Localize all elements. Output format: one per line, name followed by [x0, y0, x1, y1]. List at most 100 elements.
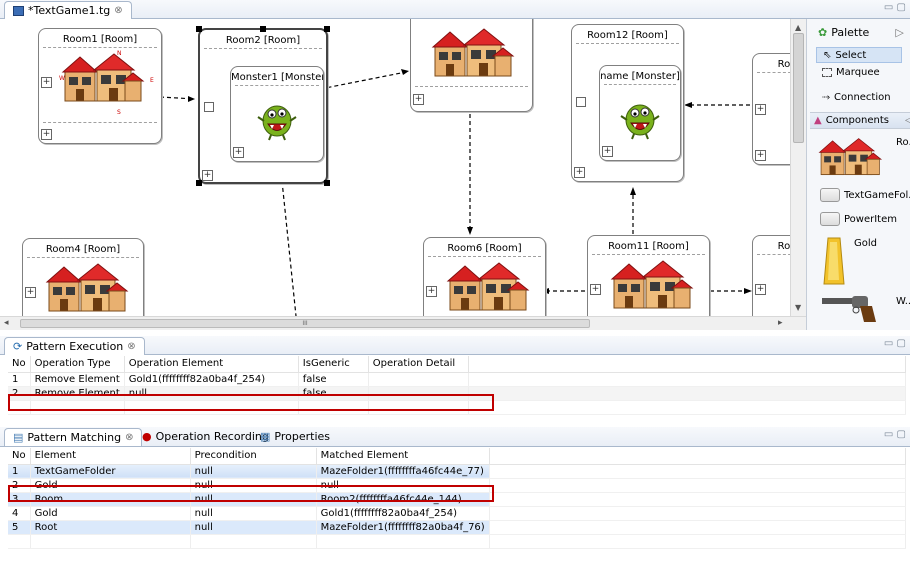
house-icon	[447, 262, 529, 311]
column-header[interactable]: Matched Element	[316, 448, 490, 465]
column-header[interactable]: Precondition	[190, 448, 317, 465]
palette-gold-item[interactable]: Gold	[822, 236, 910, 288]
palette-item-label: TextGameFol..	[844, 189, 910, 201]
room1-node[interactable]: Room1 [Room] N W E S + +	[38, 28, 162, 144]
vertical-scrollbar[interactable]: ▲ ▼	[790, 19, 806, 316]
pattern-execution-tab[interactable]: ⟳ Pattern Execution ⊗	[4, 337, 145, 355]
cell-matched-element: MazeFolder1(ffffffff82a0ba4f_76)	[316, 520, 490, 535]
cell-matched-element: MazeFolder1(ffffffffa46fc44e_77)	[316, 464, 490, 479]
palette-textgamefolder-item[interactable]: TextGameFol..	[820, 188, 910, 202]
expand-icon[interactable]: +	[202, 170, 213, 181]
column-header[interactable]: Operation Type	[30, 356, 125, 373]
cell-no: 1	[8, 464, 31, 479]
room12-node[interactable]: Room12 [Room] name [Monster] + +	[571, 24, 684, 182]
expand-icon[interactable]: +	[755, 284, 766, 295]
palette-item-label: W..	[896, 296, 910, 307]
tab-pattern-matching[interactable]: ▤ Pattern Matching ⊗	[4, 428, 143, 446]
tab-properties[interactable]: ▦ Properties	[260, 430, 330, 443]
expand-icon[interactable]: +	[755, 150, 766, 161]
selection-handle[interactable]	[196, 26, 202, 32]
expand-icon[interactable]: +	[233, 147, 244, 158]
minimize-maximize-icon[interactable]: ▭ ▢	[884, 338, 906, 349]
expand-icon[interactable]: +	[413, 94, 424, 105]
palette-header[interactable]: ✿ Palette ▷	[818, 26, 904, 39]
scroll-down-icon[interactable]: ▼	[795, 303, 801, 312]
tab-label: Pattern Execution	[26, 340, 124, 353]
marquee-label: Marquee	[836, 67, 880, 78]
horizontal-scrollbar[interactable]: ◂ III ▸	[0, 316, 806, 330]
room2-node[interactable]: Room2 [Room] Monster1 [Monster] + +	[196, 26, 330, 186]
room4-node[interactable]: Room4 [Room] +	[22, 238, 144, 316]
palette-collapse-icon[interactable]: ▷	[895, 26, 903, 39]
table-row[interactable]: 1 Remove Element Gold1(ffffffff82a0ba4f_…	[8, 372, 907, 387]
column-header[interactable]: Operation Detail	[368, 356, 469, 373]
editor-tab-label: *TextGame1.tg	[28, 4, 111, 17]
folder-icon	[820, 188, 840, 202]
close-icon[interactable]: ⊗	[125, 432, 133, 443]
monster-node[interactable]: name [Monster] +	[599, 65, 681, 161]
cell-precondition: null	[190, 464, 317, 479]
selection-handle[interactable]	[196, 180, 202, 186]
minimize-maximize-icon[interactable]: ▭ ▢	[884, 2, 906, 13]
slot-box[interactable]	[204, 102, 214, 112]
expand-icon[interactable]: +	[602, 146, 613, 157]
room-title: Room6 [Room]	[447, 243, 522, 254]
expand-icon[interactable]: +	[574, 167, 585, 178]
column-header[interactable]: Operation Element	[124, 356, 299, 373]
palette-marquee[interactable]: Marquee	[822, 67, 880, 78]
selection-handle[interactable]	[324, 180, 330, 186]
editor-tab[interactable]: *TextGame1.tg ⊗	[4, 1, 132, 19]
palette-item-label: Gold	[854, 238, 877, 249]
pattern-execution-tab-bar: ⟳ Pattern Execution ⊗ ▭ ▢	[0, 336, 910, 355]
table-row[interactable]: 5 Root null MazeFolder1(ffffffff82a0ba4f…	[8, 520, 907, 535]
palette-select[interactable]: ⇖ Select	[816, 47, 902, 63]
scroll-thumb[interactable]	[793, 33, 804, 143]
palette-weapon-item[interactable]: W..	[820, 292, 910, 328]
scroll-right-icon[interactable]: ▸	[778, 318, 783, 328]
gold-bar-icon	[823, 237, 845, 285]
house-icon	[46, 263, 128, 312]
house-icon	[611, 260, 693, 309]
room6-node[interactable]: Room6 [Room] +	[423, 237, 546, 316]
expand-icon[interactable]: +	[755, 104, 766, 115]
pattern-execution-table: No Operation Type Operation Element IsGe…	[8, 356, 907, 422]
connection-icon: ⤑	[822, 92, 830, 103]
cell-no: 1	[8, 372, 31, 387]
column-header[interactable]: No	[8, 356, 31, 373]
tab-operation-recording[interactable]: ● Operation Recording	[142, 430, 269, 443]
monster1-node[interactable]: Monster1 [Monster] +	[230, 66, 324, 162]
expand-icon[interactable]: +	[41, 129, 52, 140]
expand-icon[interactable]: +	[41, 77, 52, 88]
palette-room-item[interactable]: Ro.	[818, 135, 910, 181]
palette-components-header[interactable]: ▲ Components ◁	[810, 112, 910, 129]
pattern-matching-icon: ▤	[13, 431, 24, 444]
room-top-node[interactable]: +	[410, 19, 533, 112]
close-icon[interactable]: ⊗	[127, 341, 135, 352]
expand-icon[interactable]: +	[25, 287, 36, 298]
cell-precondition: null	[190, 520, 317, 535]
tab-label: Properties	[274, 430, 330, 443]
expand-icon[interactable]: +	[590, 284, 601, 295]
house-east-label: E	[150, 77, 154, 84]
column-header[interactable]: No	[8, 448, 31, 465]
selection-handle[interactable]	[260, 26, 266, 32]
column-header[interactable]: Element	[30, 448, 191, 465]
selection-handle[interactable]	[324, 26, 330, 32]
diagram-canvas[interactable]: Room1 [Room] N W E S + + Room2 [Room] Mo…	[0, 19, 806, 316]
room-title: Room1 [Room]	[62, 34, 138, 45]
column-header[interactable]: IsGeneric	[298, 356, 369, 373]
palette-poweritem-item[interactable]: PowerItem	[820, 212, 897, 226]
slot-box[interactable]	[576, 97, 586, 107]
palette-connection[interactable]: ⤑ Connection	[822, 92, 891, 103]
components-collapse-icon[interactable]: ◁	[905, 115, 910, 126]
close-icon[interactable]: ⊗	[114, 5, 122, 16]
scroll-grip: III	[302, 320, 308, 327]
table-row[interactable]: 4 Gold null Gold1(ffffffff82a0ba4f_254)	[8, 506, 907, 521]
room11-node[interactable]: Room11 [Room] +	[587, 235, 710, 316]
table-row[interactable]: 1 TextGameFolder null MazeFolder1(ffffff…	[8, 464, 907, 479]
expand-icon[interactable]: +	[426, 286, 437, 297]
scroll-up-icon[interactable]: ▲	[795, 23, 801, 32]
minimize-maximize-icon[interactable]: ▭ ▢	[884, 429, 906, 440]
scroll-left-icon[interactable]: ◂	[4, 318, 9, 328]
scroll-thumb[interactable]: III	[20, 319, 590, 328]
